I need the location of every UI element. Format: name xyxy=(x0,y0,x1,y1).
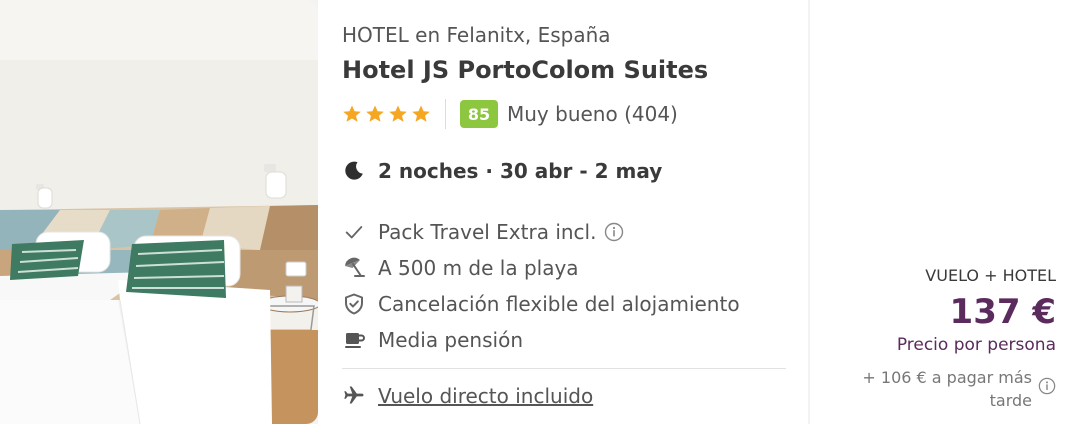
feature-label: Media pensión xyxy=(378,328,523,352)
review-score-text[interactable]: Muy bueno (404) xyxy=(507,102,678,126)
feature-item: Cancelación flexible del alojamiento xyxy=(342,286,740,322)
price-per-person: Precio por persona xyxy=(896,335,1056,355)
feature-item: Media pensión xyxy=(342,322,740,358)
pay-later-note: + 106 € a pagar más tarde xyxy=(862,368,1032,410)
flight-info: Vuelo directo incluido xyxy=(342,380,593,412)
feature-item: A 500 m de la playa xyxy=(342,250,740,286)
hotel-result-card[interactable]: HOTEL en Felanitx, España Hotel JS Porto… xyxy=(0,0,1068,424)
check-icon xyxy=(342,220,366,244)
beach-umbrella-icon xyxy=(342,256,366,280)
airplane-icon xyxy=(344,386,364,404)
stay-dates-text: 2 noches · 30 abr - 2 may xyxy=(378,159,663,183)
feature-label: A 500 m de la playa xyxy=(378,256,579,280)
hotel-photo[interactable] xyxy=(0,0,318,424)
info-icon[interactable] xyxy=(604,222,624,242)
coffee-cup-icon xyxy=(342,328,366,352)
rating-divider xyxy=(445,99,446,129)
section-divider xyxy=(342,368,786,369)
moon-icon xyxy=(345,161,363,180)
price-panel: VUELO + HOTEL 137 € Precio por persona +… xyxy=(810,0,1068,424)
star-icon xyxy=(366,105,384,122)
stay-dates: 2 noches · 30 abr - 2 may xyxy=(342,156,662,186)
star-icon xyxy=(343,105,361,122)
hotel-category-location: HOTEL en Felanitx, España xyxy=(342,23,611,47)
package-type-label: VUELO + HOTEL xyxy=(925,266,1056,285)
feature-label: Cancelación flexible del alojamiento xyxy=(378,292,740,316)
review-score-badge: 85 xyxy=(460,100,498,128)
star-icon xyxy=(389,105,407,122)
rating-row: 85 Muy bueno (404) xyxy=(342,98,678,130)
star-rating xyxy=(342,104,431,124)
shield-check-icon xyxy=(342,292,366,316)
hotel-name[interactable]: Hotel JS PortoColom Suites xyxy=(342,56,708,84)
hotel-info-panel: HOTEL en Felanitx, España Hotel JS Porto… xyxy=(318,0,808,424)
info-icon[interactable] xyxy=(1038,377,1056,395)
price-value[interactable]: 137 € xyxy=(950,292,1056,332)
feature-list: Pack Travel Extra incl. A 500 m de la pl… xyxy=(342,214,740,358)
hotel-room-photo xyxy=(0,0,318,424)
feature-label: Pack Travel Extra incl. xyxy=(378,220,597,244)
direct-flight-link[interactable]: Vuelo directo incluido xyxy=(378,384,593,408)
star-icon xyxy=(412,105,430,122)
feature-item: Pack Travel Extra incl. xyxy=(342,214,740,250)
